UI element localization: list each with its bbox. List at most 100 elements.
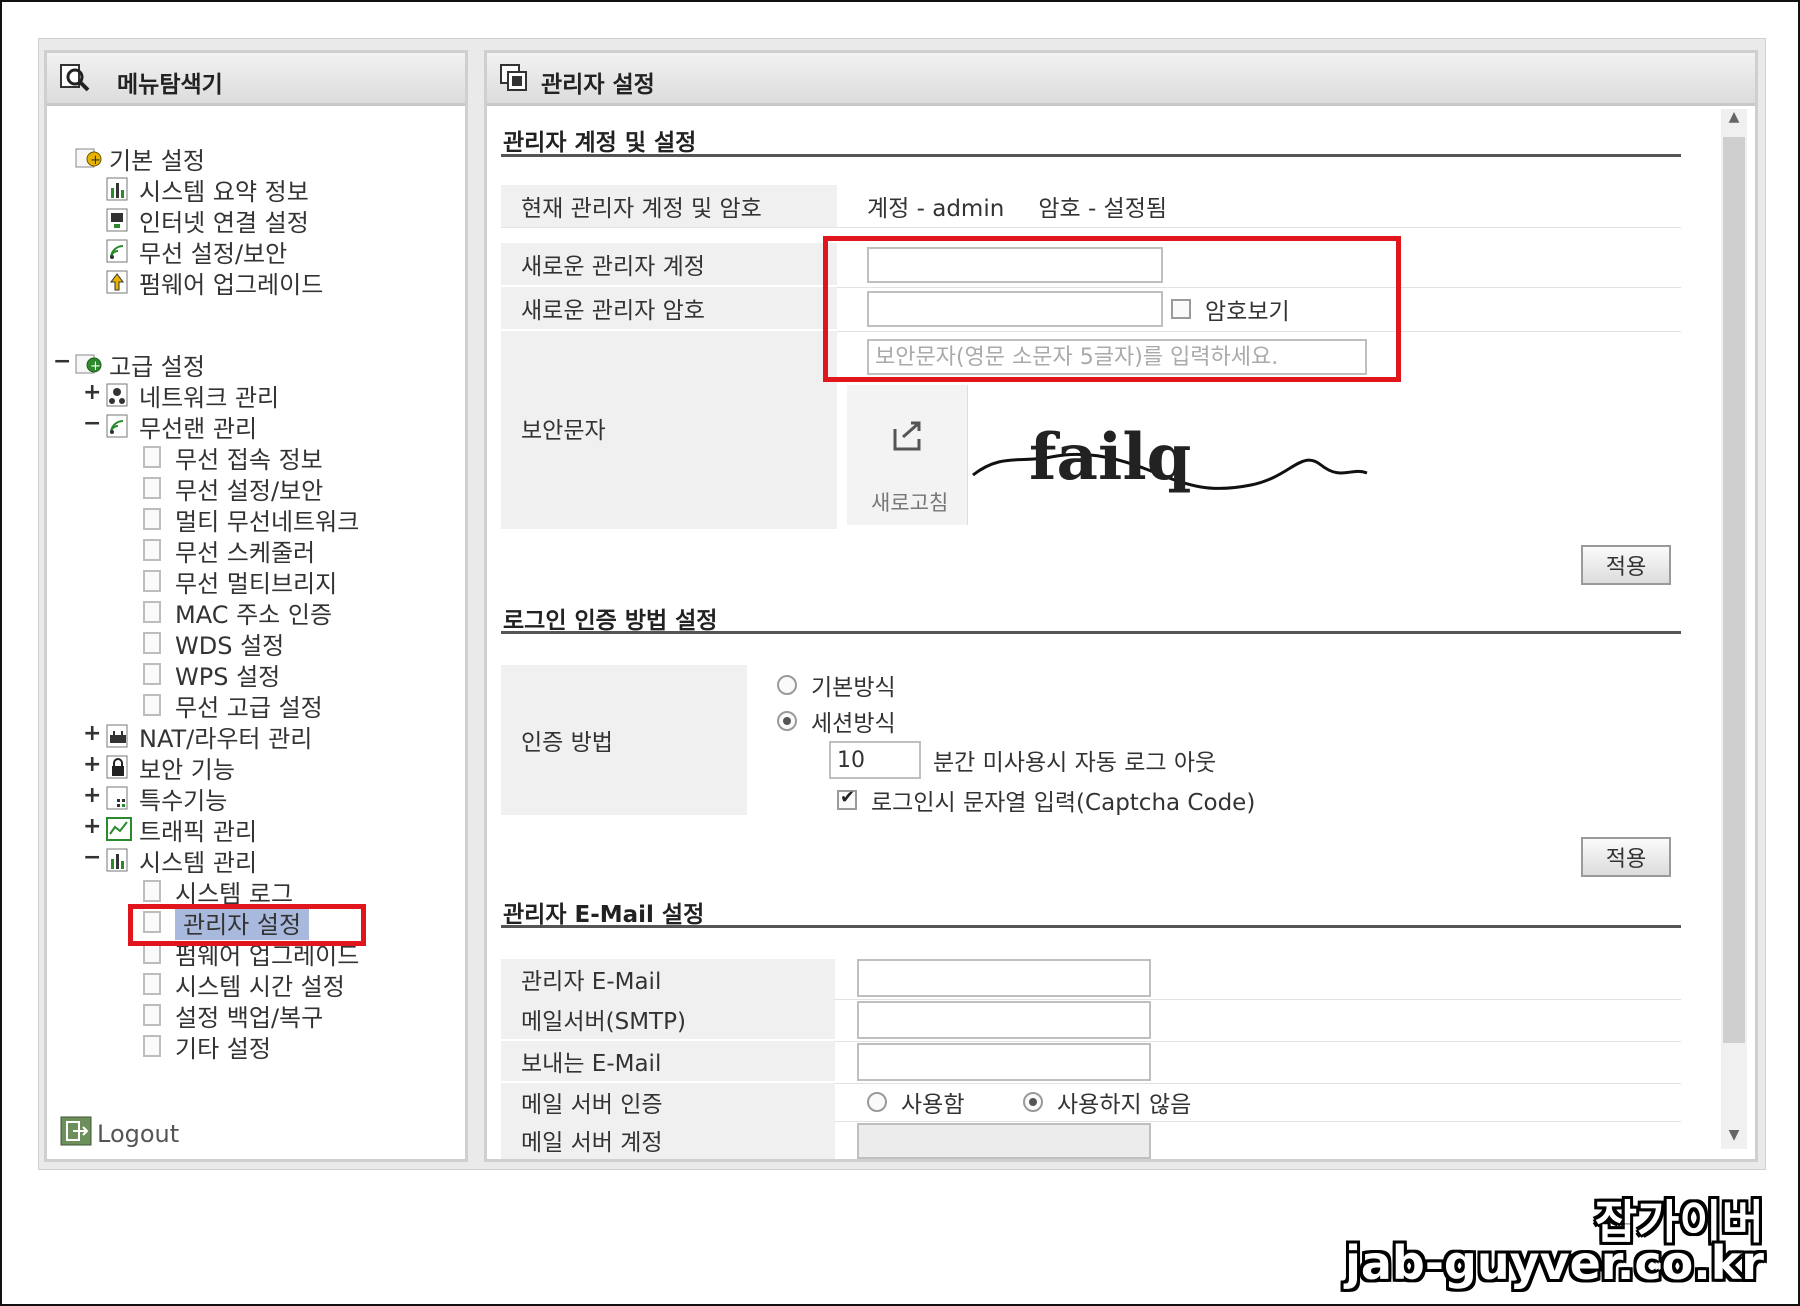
page-icon	[143, 632, 161, 654]
auth-session-option[interactable]: 세션방식	[777, 705, 896, 737]
new-password-label: 새로운 관리자 암호	[501, 287, 837, 329]
tree-item-network[interactable]: 네트워크 관리	[105, 380, 280, 412]
computer-icon	[105, 207, 133, 233]
tree-item-firmware[interactable]: 펌웨어 업그레이드	[105, 267, 324, 299]
page-icon	[143, 1004, 161, 1026]
session-timeout-input[interactable]	[829, 741, 921, 779]
apply-account-button[interactable]: 적용	[1581, 545, 1671, 585]
expand-toggle[interactable]: +	[83, 783, 101, 808]
scroll-up-arrow-icon[interactable]: ▲	[1721, 109, 1747, 131]
sender-email-input[interactable]	[857, 1043, 1151, 1081]
tree-item-system-summary[interactable]: 시스템 요약 정보	[105, 174, 309, 206]
traffic-graph-icon	[105, 816, 133, 842]
captcha-login-checkbox[interactable]	[837, 787, 857, 810]
tree-item-label: 무선 멀티브리지	[175, 569, 338, 598]
collapse-toggle[interactable]: −	[83, 845, 101, 870]
tree-item-system-sub[interactable]: 시스템 시간 설정	[143, 969, 345, 1001]
tree-item-label: WPS 설정	[175, 662, 281, 691]
tree-item-system-sub[interactable]: 시스템 로그	[143, 876, 293, 908]
current-password-text: 암호 - 설정됨	[1038, 196, 1168, 222]
tree-item-wireless-sub[interactable]: WDS 설정	[143, 628, 285, 660]
mail-auth-no-radio[interactable]	[1023, 1092, 1043, 1112]
mail-auth-use-option[interactable]: 사용함	[867, 1085, 964, 1119]
page-icon	[143, 570, 161, 592]
chart-icon	[105, 176, 133, 202]
login-section-title: 로그인 인증 방법 설정	[503, 608, 718, 634]
expand-toggle[interactable]: +	[83, 814, 101, 839]
expand-toggle[interactable]: +	[83, 752, 101, 777]
auth-basic-radio[interactable]	[777, 675, 797, 695]
page-icon	[143, 973, 161, 995]
captcha-label: 보안문자	[501, 331, 837, 529]
tree-item-label: 네트워크 관리	[139, 383, 280, 412]
folder-icon: +	[75, 145, 103, 171]
tree-item-system-sub[interactable]: 설정 백업/복구	[143, 1000, 324, 1032]
collapse-toggle[interactable]: −	[83, 411, 101, 436]
auth-basic-option[interactable]: 기본방식	[777, 669, 896, 701]
tree-item-wireless-sub[interactable]: WPS 설정	[143, 659, 281, 691]
smtp-input[interactable]	[857, 1001, 1151, 1039]
admin-email-input[interactable]	[857, 959, 1151, 997]
scroll-thumb[interactable]	[1723, 137, 1745, 1043]
refresh-label: 새로고침	[871, 491, 949, 515]
tree-item-label: 무선 접속 정보	[175, 445, 323, 474]
captcha-image: failq	[971, 393, 1371, 519]
mail-account-input	[857, 1123, 1151, 1159]
tree-item-wireless-sub[interactable]: 무선 스케줄러	[143, 535, 316, 567]
tree-item-wireless-sub[interactable]: MAC 주소 인증	[143, 597, 332, 629]
tree-item-wireless-sub[interactable]: 무선 고급 설정	[143, 690, 323, 722]
tree-item-nat[interactable]: NAT/라우터 관리	[105, 721, 312, 753]
tree-item-system[interactable]: 시스템 관리	[105, 845, 257, 877]
tree-group-basic[interactable]: + 기본 설정	[75, 143, 205, 175]
apply-login-button[interactable]: 적용	[1581, 837, 1671, 877]
tree-item-traffic[interactable]: 트래픽 관리	[105, 814, 258, 846]
vertical-scrollbar[interactable]: ▲ ▼	[1721, 109, 1747, 1149]
section-divider	[501, 925, 1681, 928]
expand-toggle[interactable]: +	[83, 721, 101, 746]
sender-email-label: 보내는 E-Mail	[501, 1041, 835, 1081]
auth-session-radio[interactable]	[777, 711, 797, 731]
watermark-url: jab-guyver.co.kr	[1345, 1236, 1764, 1290]
tree-item-internet[interactable]: 인터넷 연결 설정	[105, 205, 309, 237]
tree-item-label: 무선 설정/보안	[139, 239, 288, 268]
logout-button[interactable]: Logout	[59, 1115, 179, 1153]
chart-icon	[105, 847, 133, 873]
tree-item-wireless-security[interactable]: 무선 설정/보안	[105, 236, 288, 268]
tree-item-security[interactable]: 보안 기능	[105, 752, 235, 784]
tree-item-wireless-lan[interactable]: 무선랜 관리	[105, 411, 257, 443]
magnifier-icon	[59, 63, 93, 97]
logout-label: Logout	[97, 1120, 180, 1148]
tree-group-advanced[interactable]: + 고급 설정	[75, 349, 205, 381]
tree-item-label: WDS 설정	[175, 631, 285, 660]
tree-item-wireless-sub[interactable]: 무선 접속 정보	[143, 442, 323, 474]
mail-auth-use-label: 사용함	[901, 1092, 965, 1118]
new-account-label: 새로운 관리자 계정	[501, 243, 837, 285]
tree-item-wireless-sub[interactable]: 무선 설정/보안	[143, 473, 323, 505]
page-icon	[143, 1035, 161, 1057]
page-icon	[143, 601, 161, 623]
tree-item-wireless-sub[interactable]: 멀티 무선네트워크	[143, 504, 359, 536]
page-icon	[143, 446, 161, 468]
expand-toggle[interactable]: +	[83, 380, 101, 405]
tree-item-label: 펌웨어 업그레이드	[139, 270, 324, 299]
mail-auth-no-option[interactable]: 사용하지 않음	[1023, 1085, 1191, 1119]
tree-item-label: 무선 스케줄러	[175, 538, 316, 567]
tree-item-label: 트래픽 관리	[139, 817, 258, 846]
tree-item-wireless-sub[interactable]: 무선 멀티브리지	[143, 566, 338, 598]
captcha-refresh-button[interactable]: 새로고침	[847, 385, 968, 525]
window-icon	[499, 63, 531, 97]
section-divider	[501, 154, 1681, 157]
tree-item-label: 설정 백업/복구	[175, 1003, 324, 1032]
upgrade-icon	[105, 269, 133, 295]
page-icon	[143, 880, 161, 902]
captcha-login-option[interactable]: 로그인시 문자열 입력(Captcha Code)	[837, 783, 1255, 817]
collapse-toggle[interactable]: −	[53, 349, 71, 374]
tree-item-special[interactable]: 특수기능	[105, 783, 227, 815]
current-account-text: 계정 - admin	[867, 196, 1005, 222]
tree-item-system-sub[interactable]: 기타 설정	[143, 1031, 271, 1063]
scroll-down-arrow-icon[interactable]: ▼	[1721, 1127, 1747, 1149]
smtp-label: 메일서버(SMTP)	[501, 999, 835, 1039]
mail-auth-use-radio[interactable]	[867, 1092, 887, 1112]
mail-account-label: 메일 서버 계정	[501, 1121, 835, 1159]
page-icon	[143, 508, 161, 530]
